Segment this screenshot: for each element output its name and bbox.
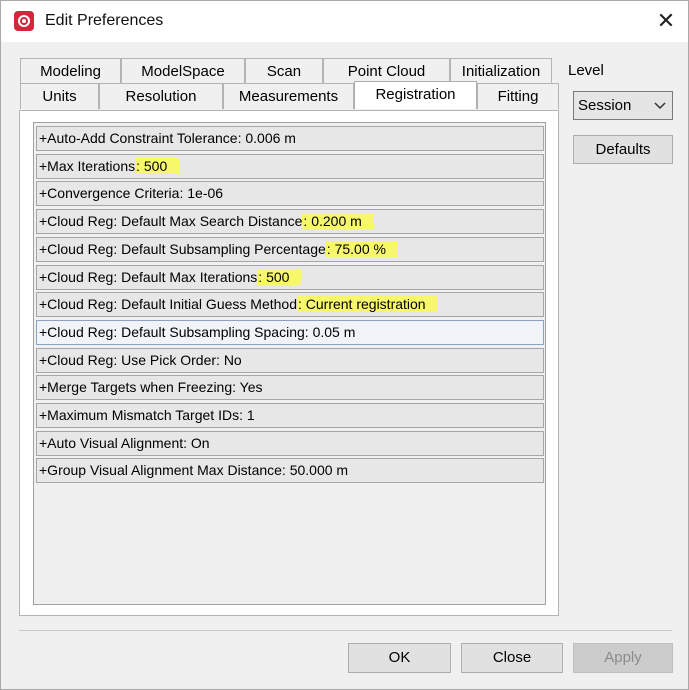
preference-value-group: : 1 xyxy=(239,407,255,423)
level-label: Level xyxy=(568,62,604,79)
preference-row[interactable]: +Group Visual Alignment Max Distance: 50… xyxy=(36,458,544,484)
preference-separator: : xyxy=(304,323,313,340)
preference-label: +Max Iterations xyxy=(39,157,136,174)
preference-value: No xyxy=(223,351,242,368)
preference-separator: : xyxy=(297,296,306,313)
preference-value: Yes xyxy=(239,379,263,396)
apply-button[interactable]: Apply xyxy=(573,643,673,673)
preference-label: +Cloud Reg: Default Initial Guess Method xyxy=(39,296,297,313)
preference-value: 500 xyxy=(143,157,168,174)
tab-resolution[interactable]: Resolution xyxy=(99,83,223,109)
preference-value-group: : On xyxy=(183,435,209,451)
preference-value-group: : 0.200 m xyxy=(302,213,374,230)
preference-value: 75.00 % xyxy=(334,240,386,257)
preference-value-group: : Yes xyxy=(232,379,262,395)
preference-separator: : xyxy=(216,351,224,368)
tab-fitting[interactable]: Fitting xyxy=(477,83,559,109)
preference-label: +Maximum Mismatch Target IDs xyxy=(39,407,240,423)
bottom-divider xyxy=(19,630,672,631)
preference-value-group: : 75.00 % xyxy=(325,240,398,257)
ok-button[interactable]: OK xyxy=(348,643,451,673)
preference-value: 0.006 m xyxy=(245,130,296,146)
preference-separator: : xyxy=(326,240,335,257)
close-button[interactable]: Close xyxy=(461,643,563,673)
preference-value-group: : 500 xyxy=(257,268,302,285)
preference-label: +Cloud Reg: Default Subsampling Spacing xyxy=(39,323,305,340)
preference-label: +Convergence Criteria xyxy=(39,185,180,202)
preference-row[interactable]: +Cloud Reg: Default Max Iterations: 500 xyxy=(36,264,544,290)
preference-value-group: : 1e-06 xyxy=(179,185,223,201)
preference-row[interactable]: +Cloud Reg: Default Subsampling Spacing:… xyxy=(36,319,544,345)
preference-value: 500 xyxy=(266,268,290,285)
tab-modeling[interactable]: Modeling xyxy=(20,58,121,84)
preference-label: +Group Visual Alignment Max Distance xyxy=(39,462,282,479)
preference-row[interactable]: +Merge Targets when Freezing: Yes xyxy=(36,375,544,401)
preference-separator: : xyxy=(239,407,247,423)
preference-row[interactable]: +Cloud Reg: Use Pick Order: No xyxy=(36,347,544,373)
preference-row[interactable]: +Cloud Reg: Default Max Search Distance:… xyxy=(36,209,544,235)
preference-label: +Cloud Reg: Use Pick Order xyxy=(39,351,217,368)
preference-separator: : xyxy=(232,379,240,396)
app-logo-icon xyxy=(14,11,34,31)
level-value: Session xyxy=(578,97,632,114)
tab-measurements[interactable]: Measurements xyxy=(223,83,354,109)
registration-tab-panel: +Auto-Add Constraint Tolerance: 0.006 m +… xyxy=(19,110,559,616)
preference-separator: : xyxy=(281,462,290,479)
preference-value: 0.200 m xyxy=(311,213,362,230)
preference-label: +Cloud Reg: Default Max Search Distance xyxy=(39,213,303,230)
preference-row[interactable]: +Cloud Reg: Default Subsampling Percenta… xyxy=(36,236,544,262)
preference-row[interactable]: +Cloud Reg: Default Initial Guess Method… xyxy=(36,292,544,318)
preference-label: +Auto-Add Constraint Tolerance xyxy=(39,130,238,146)
preference-value: Current registration xyxy=(305,296,426,313)
level-dropdown[interactable]: Session xyxy=(573,91,673,120)
preference-separator: : xyxy=(258,268,267,285)
preference-value: 1e-06 xyxy=(187,185,224,202)
preference-row[interactable]: +Auto-Add Constraint Tolerance: 0.006 m xyxy=(36,126,544,151)
preference-value-group: : 0.05 m xyxy=(305,324,356,340)
preferences-list[interactable]: +Auto-Add Constraint Tolerance: 0.006 m +… xyxy=(33,122,546,605)
preference-label: +Cloud Reg: Default Subsampling Percenta… xyxy=(39,240,326,257)
tab-modelspace[interactable]: ModelSpace xyxy=(121,58,245,84)
preference-row[interactable]: +Max Iterations: 500 xyxy=(36,153,544,179)
close-window-button[interactable]: ✕ xyxy=(651,7,681,35)
tab-scan[interactable]: Scan xyxy=(245,58,323,84)
preference-value: 1 xyxy=(246,407,255,423)
preference-label: +Cloud Reg: Default Max Iterations xyxy=(39,268,258,285)
preference-separator: : xyxy=(136,157,144,174)
preference-row[interactable]: +Auto Visual Alignment: On xyxy=(36,430,544,456)
defaults-button[interactable]: Defaults xyxy=(573,135,673,164)
preference-value-group: : 50.000 m xyxy=(282,462,348,478)
preference-value-group: : Current registration xyxy=(296,296,438,313)
preference-value-group: : 0.006 m xyxy=(238,130,296,146)
preference-row[interactable]: +Convergence Criteria: 1e-06 xyxy=(36,181,544,207)
preference-label: +Auto Visual Alignment xyxy=(39,434,184,451)
preference-value: 0.05 m xyxy=(312,323,356,340)
preference-row[interactable]: +Maximum Mismatch Target IDs: 1 xyxy=(36,403,544,428)
preference-value-group: : 500 xyxy=(135,157,180,174)
preference-value: On xyxy=(190,434,210,451)
preference-value-group: : No xyxy=(216,352,242,368)
window-title: Edit Preferences xyxy=(45,12,164,29)
preference-separator: : xyxy=(183,434,191,451)
preference-value: 50.000 m xyxy=(289,462,349,479)
tab-units[interactable]: Units xyxy=(20,83,99,109)
title-bar: Edit Preferences ✕ xyxy=(1,1,688,42)
tab-registration[interactable]: Registration xyxy=(354,81,477,109)
chevron-down-icon xyxy=(654,92,666,128)
dialog-window: Edit Preferences ✕ Modeling ModelSpace S… xyxy=(0,0,689,690)
preference-label: +Merge Targets when Freezing xyxy=(39,379,233,396)
